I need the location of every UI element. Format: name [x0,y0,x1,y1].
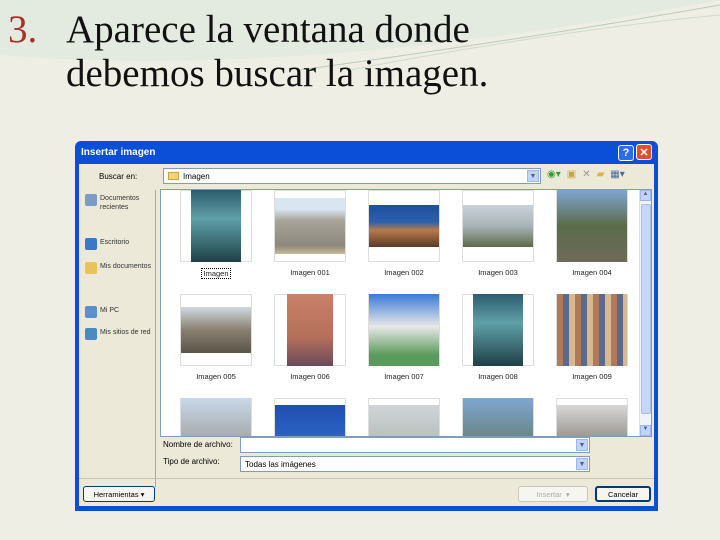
insert-image-dialog: Insertar imagen ? ✕ Buscar en: Imagen ▼ ◉… [75,141,658,511]
new-folder-icon[interactable]: ▰ [597,169,605,180]
file-name: Imagen 001 [290,268,330,277]
file-name: Imagen 005 [196,372,236,381]
file-name: Imagen 002 [384,268,424,277]
thumbnail-image [556,398,628,436]
place-label: Mis documentos [100,263,151,270]
desktop-icon [85,238,97,250]
insert-button[interactable]: Insertar ▾ [518,486,588,502]
file-name: Imagen 006 [290,372,330,381]
scroll-up-button[interactable]: ▲ [640,190,651,201]
insert-label: Insertar [536,489,562,499]
file-name: Imagen 003 [478,268,518,277]
divider [79,478,654,479]
thumbnail-image [180,190,252,262]
place-label: Mis sitios de red [100,329,151,336]
file-name: Imagen 007 [384,372,424,381]
file-name: Imagen [201,268,231,279]
filetype-value: Todas las imágenes [245,459,316,469]
file-name: Imagen 009 [572,372,612,381]
place-my-documents[interactable]: Mis documentos [82,258,155,302]
title-line-1: Aparece la ventana donde [66,8,470,51]
cancel-label: Cancelar [607,489,638,499]
step-number: 3. [8,8,38,51]
file-thumbnail[interactable]: Imagen 005 [169,294,263,390]
file-thumbnail[interactable]: Imagen 001 [263,190,357,286]
my-documents-icon [85,262,97,274]
file-thumbnail[interactable] [169,398,263,436]
help-button[interactable]: ? [618,144,634,161]
thumbnail-image [462,294,534,366]
thumbnail-image [556,190,628,262]
file-thumbnail[interactable]: Imagen [169,190,263,286]
place-label: Mi PC [100,307,120,314]
file-thumbnail[interactable]: Imagen 008 [451,294,545,390]
dialog-title: Insertar imagen [81,147,156,158]
thumbnail-image [462,190,534,262]
file-thumbnail[interactable] [357,398,451,436]
back-icon[interactable]: ◉▾ [547,169,561,180]
scrollbar-thumb[interactable] [641,204,651,414]
file-thumbnail[interactable]: Imagen 009 [545,294,639,390]
scroll-down-button[interactable]: ▼ [640,425,651,436]
filetype-label: Tipo de archivo: [163,457,220,466]
place-recent-documents[interactable]: Documentos recientes [82,190,155,234]
thumbnail-image [274,294,346,366]
up-folder-icon[interactable]: ▣ [567,169,576,180]
file-thumbnail[interactable]: Imagen 002 [357,190,451,286]
delete-icon[interactable]: ✕ [582,169,590,180]
file-view: Imagen Imagen 001 Imagen 002 Imagen 003 Imag… [160,189,652,437]
look-in-label: Buscar en: [99,172,138,181]
file-thumbnail[interactable] [263,398,357,436]
place-label: Documentos recientes [100,195,140,211]
chevron-down-icon[interactable]: ▼ [576,458,588,470]
file-thumbnail[interactable]: Imagen 003 [451,190,545,286]
filename-input[interactable]: ▼ [240,437,590,453]
toolbar: ◉▾ ▣ ✕ ▰ ▦▾ [547,169,625,180]
places-bar: Documentos recientes Escritorio Mis docu… [82,190,156,487]
filetype-dropdown[interactable]: Todas las imágenes ▼ [240,456,590,472]
chevron-down-icon[interactable]: ▼ [527,170,539,182]
title-line-2: debemos buscar la imagen. [66,52,489,95]
file-thumbnail[interactable]: Imagen 004 [545,190,639,286]
folder-icon [168,172,179,180]
computer-icon [85,306,97,318]
thumbnail-image [368,398,440,436]
file-thumbnail[interactable] [451,398,545,436]
tools-button[interactable]: Herramientas ▾ [83,486,155,502]
place-network[interactable]: Mis sitios de red [82,324,155,368]
tools-label: Herramientas [93,489,139,499]
slide-title: 3. Aparece la ventana donde debemos busca… [8,8,488,96]
look-in-dropdown[interactable]: Imagen ▼ [163,168,541,184]
place-label: Escritorio [100,239,130,246]
file-thumbnail[interactable]: Imagen 006 [263,294,357,390]
views-icon[interactable]: ▦▾ [610,169,624,180]
thumbnail-image [274,190,346,262]
thumbnail-image [180,294,252,366]
network-icon [85,328,97,340]
thumbnail-image [180,398,252,436]
file-thumbnail[interactable] [545,398,639,436]
thumbnail-image [368,294,440,366]
scrollbar[interactable]: ▲ ▼ [639,190,651,436]
thumbnail-image [274,398,346,436]
file-name: Imagen 004 [572,268,612,277]
thumbnail-grid: Imagen Imagen 001 Imagen 002 Imagen 003 Imag… [169,190,639,436]
file-thumbnail[interactable]: Imagen 007 [357,294,451,390]
close-button[interactable]: ✕ [636,144,652,161]
recent-documents-icon [85,194,97,206]
thumbnail-image [556,294,628,366]
filename-label: Nombre de archivo: [163,440,233,449]
thumbnail-image [462,398,534,436]
place-my-pc[interactable]: Mi PC [82,302,155,324]
place-desktop[interactable]: Escritorio [82,234,155,258]
dialog-titlebar: Insertar imagen ? ✕ [79,141,654,164]
file-name: Imagen 008 [478,372,518,381]
cancel-button[interactable]: Cancelar [595,486,651,502]
look-in-value: Imagen [183,171,210,181]
thumbnail-image [368,190,440,262]
chevron-down-icon[interactable]: ▼ [576,439,588,451]
